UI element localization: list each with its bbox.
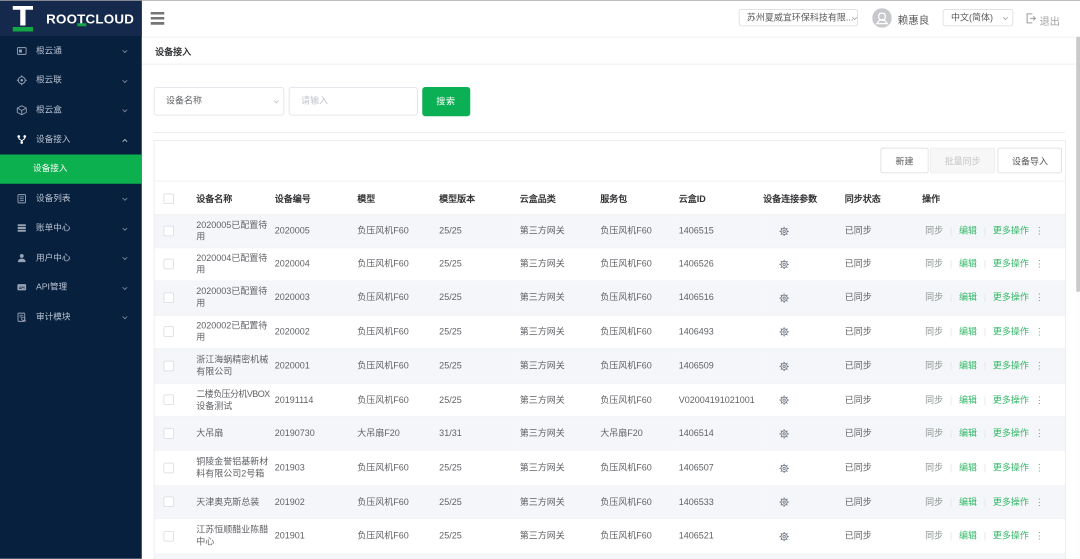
svg-text:API: API <box>19 286 25 290</box>
